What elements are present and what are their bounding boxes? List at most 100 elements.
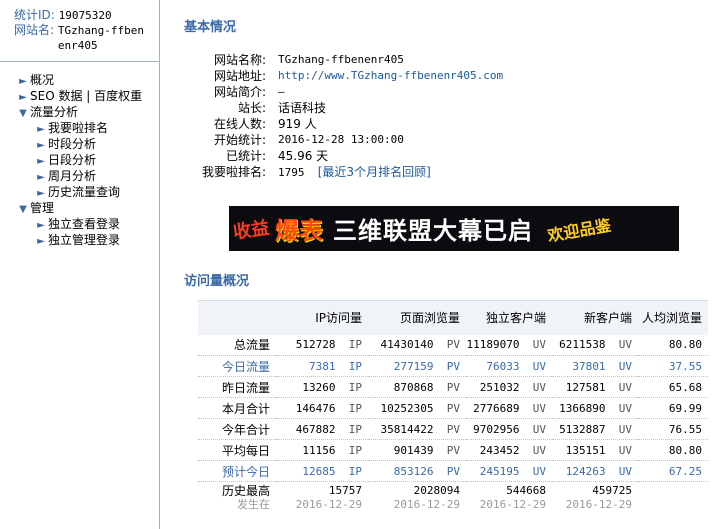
table-row: 总流量 512728 IP 41430140 PV 11189070 UV 621153… xyxy=(198,334,708,356)
unit: UV xyxy=(532,401,546,415)
info-row-owner: 站长: 话语科技 xyxy=(170,100,530,116)
cell-uv: 2776689 UV xyxy=(466,397,552,419)
cell-avg xyxy=(638,482,708,512)
header-pv: 页面浏览量 xyxy=(368,300,466,335)
table-header-row: IP访问量 页面浏览量 独立客户端 新客户端 人均浏览量 xyxy=(198,300,708,335)
unit: IP xyxy=(348,464,362,478)
cell-uv: 245195 UV xyxy=(466,460,552,482)
cell-ip: 15757 2016-12-29 xyxy=(276,482,368,512)
header-avg: 人均浏览量 xyxy=(638,300,708,335)
cell-ip: 13260 IP xyxy=(276,376,368,398)
cell-avg: 67.25 xyxy=(638,460,708,482)
cell-pv: 10252305 PV xyxy=(368,397,466,419)
menu-item-manage[interactable]: ▼ 管理 xyxy=(0,200,159,216)
history-sub-label: 发生在 xyxy=(237,497,270,511)
stat-id-label: 统计ID: xyxy=(14,8,55,22)
menu-item-view-login[interactable]: ► 独立查看登录 xyxy=(0,216,159,232)
menu-item-label: 独立查看登录 xyxy=(48,217,121,231)
ad-banner[interactable]: 收益 爆表 三维联盟大幕已启 欢迎品鉴 xyxy=(229,206,679,251)
header-blank xyxy=(198,300,276,335)
cell-pv: 41430140 PV xyxy=(368,334,466,356)
info-row-rank: 我要啦排名: 1795 [最近3个月排名回顾] xyxy=(170,164,530,180)
table-row: 昨日流量 13260 IP 870868 PV 251032 UV 127581 UV 6… xyxy=(198,376,708,398)
cell-new-uv: 127581 UV xyxy=(552,376,638,398)
menu-item-label: 我要啦排名 xyxy=(48,121,109,135)
menu-item-admin-login[interactable]: ► 独立管理登录 xyxy=(0,232,159,248)
menu-item-overview[interactable]: ► 概况 xyxy=(0,72,159,88)
info-row-online: 在线人数: 919 人 xyxy=(170,116,530,132)
menu-item-history-query[interactable]: ► 历史流量查询 xyxy=(0,184,159,200)
history-uv-date: 2016-12-29 xyxy=(479,497,546,511)
table-row-history-max: 历史最高 发生在 15757 2016-12-29 2028094 2016-12-2… xyxy=(198,482,708,512)
visit-stats-table: IP访问量 页面浏览量 独立客户端 新客户端 人均浏览量 总流量 512728 I… xyxy=(198,300,708,512)
unit: PV xyxy=(446,464,460,478)
unit: PV xyxy=(446,443,460,457)
cell-new-uv: 459725 2016-12-29 xyxy=(552,482,638,512)
basic-info: 网站名称: TGzhang-ffbenenr405 网站地址: http://www… xyxy=(170,52,530,180)
info-key: 网站简介: xyxy=(213,85,266,99)
info-value: 2016-12-28 13:00:00 xyxy=(278,133,404,146)
unit: PV xyxy=(446,338,460,352)
menu-item-daily[interactable]: ► 日段分析 xyxy=(0,152,159,168)
unit: UV xyxy=(618,443,632,457)
visit-overview-title: 访问量概况 xyxy=(184,274,250,289)
banner-main-highlight: 爆表 xyxy=(275,217,323,245)
info-row-site-name: 网站名称: TGzhang-ffbenenr405 xyxy=(170,52,530,68)
cell-uv: 9702956 UV xyxy=(466,418,552,440)
row-label: 昨日流量 xyxy=(198,376,276,398)
cell-new-uv: 5132887 UV xyxy=(552,418,638,440)
row-label: 总流量 xyxy=(198,334,276,356)
site-url-link[interactable]: http://www.TGzhang-ffbenenr405.com xyxy=(278,69,503,82)
info-key: 站长: xyxy=(237,101,266,115)
menu-item-label: 时段分析 xyxy=(48,137,97,151)
cell-pv: 870868 PV xyxy=(368,376,466,398)
info-key: 网站名称: xyxy=(213,53,266,67)
unit: UV xyxy=(618,464,632,478)
cell-ip: 467882 IP xyxy=(276,418,368,440)
sidebar-menu: ► 概况 ► SEO 数据 | 百度权重 ▼ 流量分析 ► 我要啦排名 ► 时段分析 ► 日… xyxy=(0,62,159,248)
banner-main-text: 三维联盟大幕已启 xyxy=(333,217,533,245)
cell-pv: 277159 PV xyxy=(368,355,466,377)
info-key: 我要啦排名: xyxy=(201,165,266,179)
unit: UV xyxy=(532,464,546,478)
header-ip: IP访问量 xyxy=(276,300,368,335)
row-label: 今日流量 xyxy=(198,355,276,377)
menu-item-label: 日段分析 xyxy=(48,153,97,167)
chevron-down-icon: ▼ xyxy=(19,108,27,119)
chevron-right-icon: ► xyxy=(37,236,45,247)
cell-ip: 12685 IP xyxy=(276,460,368,482)
unit: IP xyxy=(348,401,362,415)
site-name-value: TGzhang-ffbenenr405 xyxy=(57,24,144,52)
menu-item-seo[interactable]: ► SEO 数据 | 百度权重 xyxy=(0,88,159,104)
cell-uv: 76033 UV xyxy=(466,355,552,377)
cell-pv: 853126 PV xyxy=(368,460,466,482)
menu-item-label: 流量分析 xyxy=(30,105,79,119)
unit: UV xyxy=(618,380,632,394)
menu-item-traffic-analysis[interactable]: ▼ 流量分析 xyxy=(0,104,159,120)
table-row: 平均每日 11156 IP 901439 PV 243452 UV 135151 UV 8… xyxy=(198,439,708,461)
info-row-elapsed: 已统计: 45.96 天 xyxy=(170,148,530,164)
unit: IP xyxy=(348,422,362,436)
unit: IP xyxy=(348,380,362,394)
menu-item-label: 概况 xyxy=(30,73,55,87)
cell-new-uv: 1366890 UV xyxy=(552,397,638,419)
main-content: 基本情况 网站名称: TGzhang-ffbenenr405 网站地址: http:… xyxy=(170,0,716,529)
row-label: 平均每日 xyxy=(198,439,276,461)
menu-item-weekly-monthly[interactable]: ► 周月分析 xyxy=(0,168,159,184)
info-key: 网站地址: xyxy=(213,69,266,83)
cell-uv: 11189070 UV xyxy=(466,334,552,356)
unit: UV xyxy=(532,338,546,352)
table-row: 预计今日 12685 IP 853126 PV 245195 UV 124263 UV 6… xyxy=(198,460,708,482)
unit: IP xyxy=(348,359,362,373)
menu-item-ranking[interactable]: ► 我要啦排名 xyxy=(0,120,159,136)
unit: UV xyxy=(532,359,546,373)
info-key: 已统计: xyxy=(225,149,266,163)
cell-pv: 901439 PV xyxy=(368,439,466,461)
cell-uv: 243452 UV xyxy=(466,439,552,461)
rank-history-link[interactable]: [最近3个月排名回顾] xyxy=(318,165,431,179)
cell-avg: 80.80 xyxy=(638,439,708,461)
unit: UV xyxy=(532,422,546,436)
menu-item-hourly[interactable]: ► 时段分析 xyxy=(0,136,159,152)
info-value: 话语科技 xyxy=(278,101,327,115)
header-uv: 独立客户端 xyxy=(466,300,552,335)
